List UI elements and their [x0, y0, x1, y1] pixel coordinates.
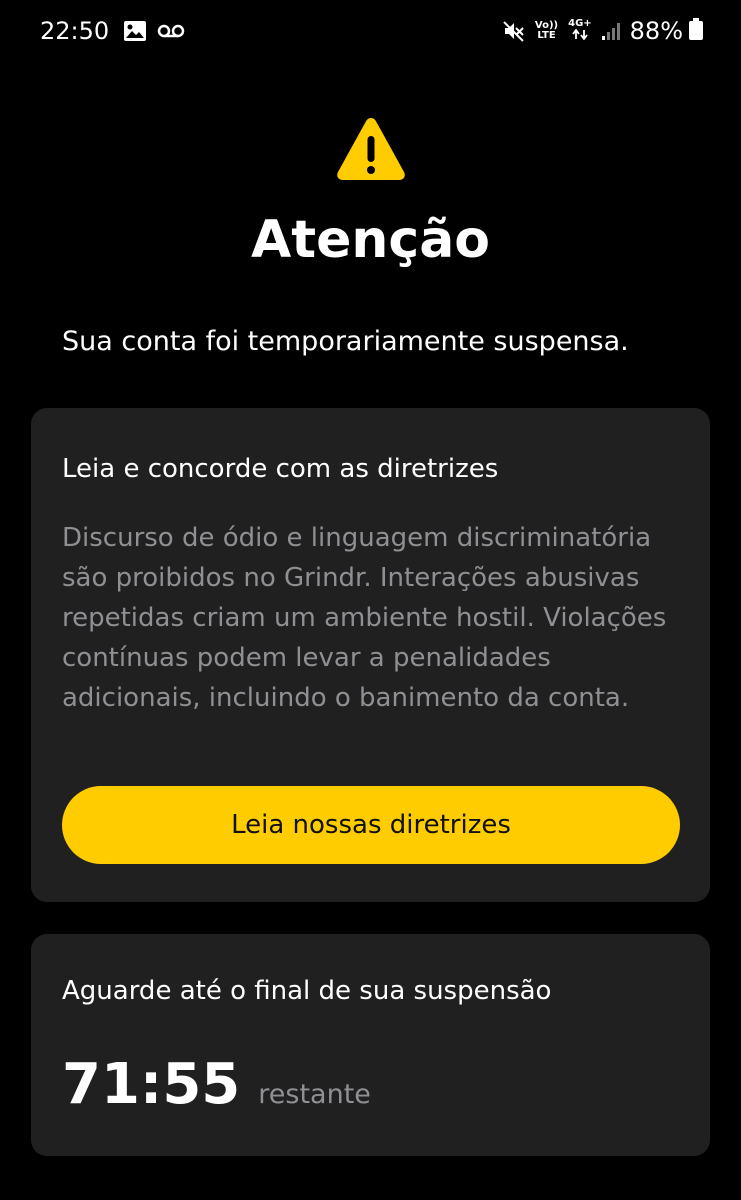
wait-heading: Aguarde até o final de sua suspensão — [62, 976, 552, 1006]
suspension-subtitle: Sua conta foi temporariamente suspensa. — [62, 326, 629, 357]
warning-icon — [335, 114, 407, 188]
timer-value: 71:55 — [62, 1052, 241, 1117]
guidelines-body: Discurso de ódio e linguagem discriminat… — [62, 523, 667, 713]
read-guidelines-button[interactable]: Leia nossas diretrizes — [62, 786, 680, 864]
status-time: 22:50 — [40, 17, 110, 45]
page-title: Atenção — [250, 210, 491, 270]
volte-bottom-label: LTE — [537, 30, 556, 41]
image-icon — [123, 20, 147, 42]
status-bar-left: 22:50 — [40, 17, 195, 45]
voicemail-icon — [157, 24, 185, 38]
network-arrows-icon — [572, 28, 588, 43]
timer-suffix: restante — [258, 1079, 371, 1110]
warning-icon-container — [0, 114, 741, 188]
battery-icon — [689, 18, 703, 44]
status-bar: 22:50 Vo)) LTE 4G+ 88% — [0, 0, 741, 62]
mute-icon — [503, 20, 525, 42]
network-label: 4G+ — [568, 18, 592, 29]
battery-percent: 88% — [629, 17, 683, 45]
guidelines-heading: Leia e concorde com as diretrizes — [62, 454, 499, 484]
timer-row: 71:55 restante — [62, 1052, 371, 1117]
status-bar-right: Vo)) LTE 4G+ 88% — [503, 17, 703, 45]
signal-icon — [601, 22, 620, 40]
suspension-screen: 22:50 Vo)) LTE 4G+ 88% Atenção Sua conta… — [0, 0, 741, 1200]
guidelines-card: Leia e concorde com as diretrizes Discur… — [31, 408, 710, 902]
network-4g-icon: 4G+ — [568, 19, 592, 43]
suspension-timer-card: Aguarde até o final de sua suspensão 71:… — [31, 934, 710, 1156]
volte-icon: Vo)) LTE — [535, 21, 558, 41]
